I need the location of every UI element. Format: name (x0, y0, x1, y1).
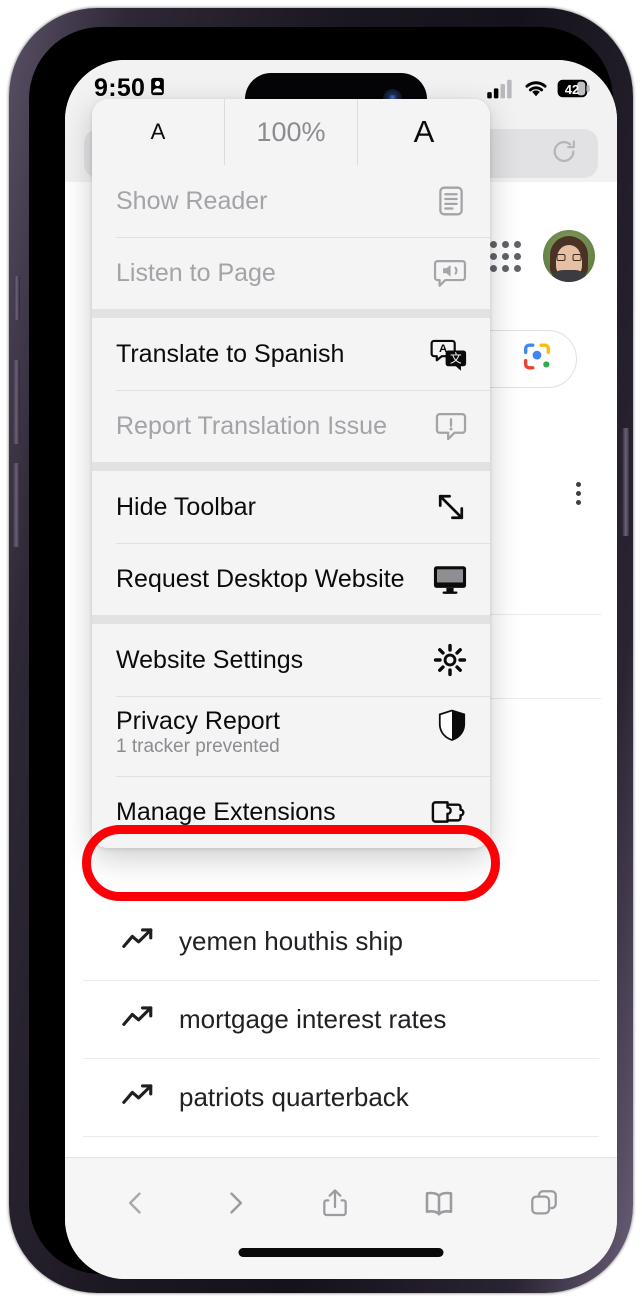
monitor-icon (430, 563, 468, 595)
reader-icon (430, 184, 468, 218)
back-button[interactable] (122, 1185, 150, 1226)
battery-icon: 42 (557, 79, 591, 103)
menu-item-label-wrap: Privacy Report 1 tracker prevented (116, 707, 430, 758)
menu-group-separator (92, 615, 490, 624)
trending-search-row[interactable]: mortgage interest rates (65, 980, 617, 1058)
menu-item-label: Privacy Report (116, 707, 280, 735)
volume-up-button[interactable] (13, 360, 20, 444)
more-vertical-icon[interactable] (576, 482, 581, 505)
menu-group-separator (92, 462, 490, 471)
menu-item-request-desktop-website[interactable]: Request Desktop Website (92, 543, 490, 615)
shield-icon (430, 707, 468, 743)
menu-item-label: Manage Extensions (116, 798, 336, 826)
font-decrease-label: A (150, 119, 166, 144)
trending-search-label: yemen houthis ship (179, 925, 404, 956)
location-arrow-icon (150, 77, 165, 101)
trending-search-row[interactable]: patriots quarterback (65, 1058, 617, 1136)
google-header-row (490, 230, 595, 282)
mute-switch-button[interactable] (14, 276, 20, 320)
puzzle-piece-icon (430, 796, 468, 828)
menu-item-label-wrap: Website Settings (116, 646, 430, 674)
translate-icon: A 文 (430, 337, 468, 371)
google-lens-icon[interactable] (520, 340, 554, 379)
avatar[interactable] (543, 230, 595, 282)
menu-group: Hide Toolbar Request Desktop Website (92, 471, 490, 615)
menu-group-separator (92, 309, 490, 318)
menu-group: Show Reader Listen to Page (92, 165, 490, 309)
menu-item-label-wrap: Show Reader (116, 187, 430, 215)
menu-item-listen-to-page: Listen to Page (92, 237, 490, 309)
svg-text:文: 文 (450, 351, 462, 365)
menu-item-label-wrap: Translate to Spanish (116, 340, 430, 368)
menu-group: Website Settings Privacy Report 1 tracker… (92, 624, 490, 848)
font-increase-button[interactable]: A (357, 99, 490, 165)
menu-item-label: Website Settings (116, 646, 304, 674)
wifi-icon (522, 78, 550, 104)
share-button[interactable] (319, 1185, 351, 1226)
menu-item-label: Listen to Page (116, 259, 276, 287)
exclamation-bubble-icon (430, 410, 468, 442)
menu-groups: Show Reader Listen to Page Translate to … (92, 165, 490, 848)
page-settings-menu: A 100% A Show Reader Listen to Page Tran… (92, 99, 490, 848)
expand-arrows-icon (430, 490, 468, 524)
reload-icon[interactable] (550, 137, 578, 170)
forward-button[interactable] (221, 1185, 249, 1226)
gear-icon (430, 642, 468, 678)
menu-item-label-wrap: Listen to Page (116, 259, 430, 287)
trending-up-icon (121, 1082, 167, 1113)
trending-search-label: patriots quarterback (179, 1081, 409, 1112)
menu-item-hide-toolbar[interactable]: Hide Toolbar (92, 471, 490, 543)
trending-search-label: mortgage interest rates (179, 1003, 447, 1034)
safari-bottom-toolbar (65, 1157, 617, 1279)
apps-grid-icon[interactable] (490, 240, 521, 272)
speaker-bubble-icon (430, 256, 468, 290)
cellular-signal-icon (487, 79, 515, 104)
menu-item-subtitle: 1 tracker prevented (116, 736, 280, 757)
menu-group: Translate to Spanish A 文 Report Translati… (92, 318, 490, 462)
menu-item-label-wrap: Manage Extensions (116, 798, 430, 826)
menu-item-label: Show Reader (116, 187, 268, 215)
menu-item-privacy-report[interactable]: Privacy Report 1 tracker prevented (92, 696, 490, 776)
trending-search-row[interactable]: yemen houthis ship (65, 902, 617, 980)
font-size-row: A 100% A (92, 99, 490, 165)
menu-item-label: Translate to Spanish (116, 340, 345, 368)
menu-item-label: Request Desktop Website (116, 565, 405, 593)
power-button[interactable] (622, 428, 629, 536)
tabs-button[interactable] (528, 1185, 560, 1226)
battery-level-text: 42 (564, 81, 580, 97)
home-indicator[interactable] (238, 1248, 444, 1257)
menu-item-website-settings[interactable]: Website Settings (92, 624, 490, 696)
trending-up-icon (121, 1004, 167, 1035)
menu-item-translate-to-spanish[interactable]: Translate to Spanish A 文 (92, 318, 490, 390)
volume-down-button[interactable] (13, 463, 20, 547)
menu-item-label: Report Translation Issue (116, 412, 387, 440)
menu-item-label: Hide Toolbar (116, 493, 256, 521)
phone-bezel: n dogs affic yemen houthis ship mortgage… (29, 27, 617, 1279)
trending-up-icon (121, 926, 167, 957)
font-decrease-button[interactable]: A (92, 99, 225, 165)
menu-item-label-wrap: Hide Toolbar (116, 493, 430, 521)
menu-item-label-wrap: Report Translation Issue (116, 412, 430, 440)
font-increase-label: A (413, 114, 435, 149)
menu-item-manage-extensions[interactable]: Manage Extensions (92, 776, 490, 848)
zoom-level-reset-button[interactable]: 100% (225, 99, 357, 165)
menu-item-show-reader: Show Reader (92, 165, 490, 237)
phone-frame: n dogs affic yemen houthis ship mortgage… (9, 8, 633, 1293)
menu-item-report-translation-issue: Report Translation Issue (92, 390, 490, 462)
phone-screen: n dogs affic yemen houthis ship mortgage… (65, 60, 617, 1279)
zoom-level-label: 100% (256, 116, 326, 147)
bookmarks-button[interactable] (421, 1185, 457, 1226)
menu-item-label-wrap: Request Desktop Website (116, 565, 430, 593)
